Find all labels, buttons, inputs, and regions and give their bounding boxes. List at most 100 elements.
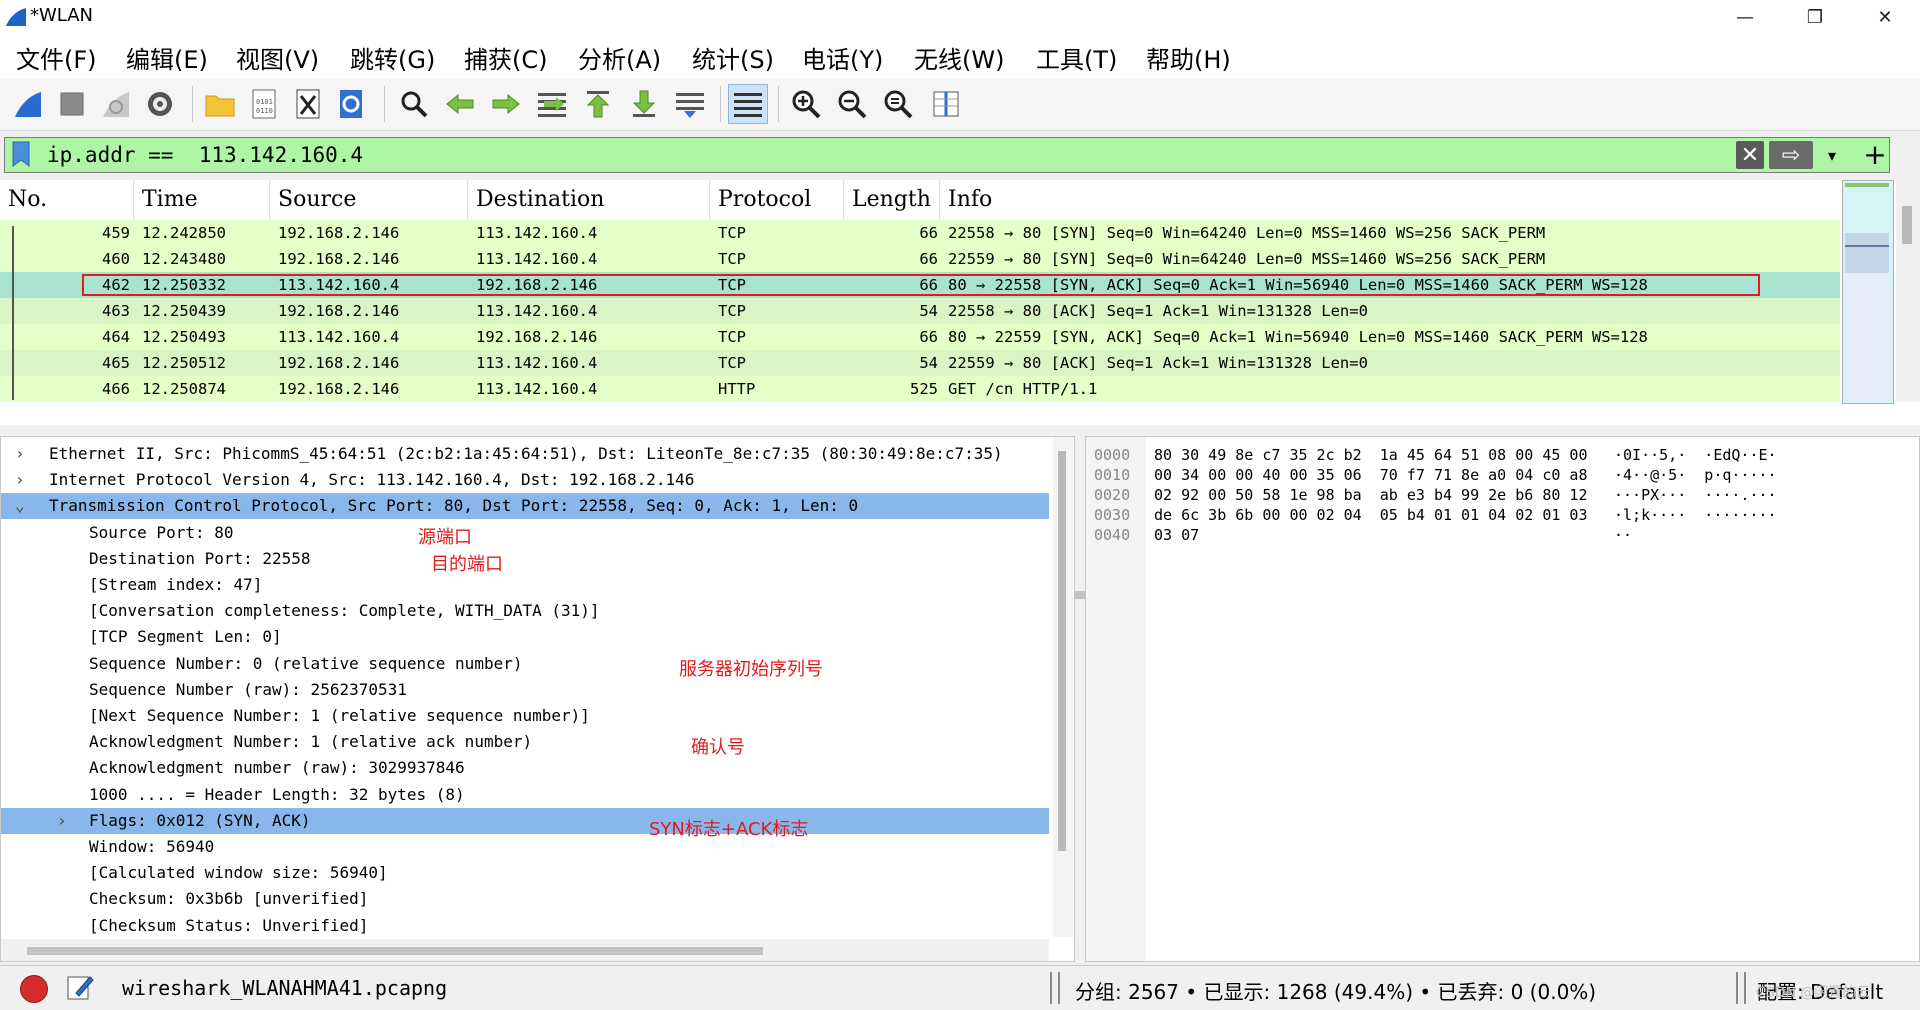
- column-source[interactable]: Source: [270, 180, 468, 220]
- menu-go[interactable]: 跳转(G): [350, 40, 435, 75]
- cell-info: 80 → 22559 [SYN, ACK] Seq=0 Ack=1 Win=56…: [948, 328, 1648, 346]
- packet-rows: 459 12.242850 192.168.2.146 113.142.160.4 TC…: [0, 220, 1840, 402]
- apply-filter-icon[interactable]: ⇨: [1769, 141, 1813, 169]
- menu-help[interactable]: 帮助(H): [1146, 40, 1231, 75]
- last-packet-icon[interactable]: [624, 84, 664, 124]
- resize-columns-icon[interactable]: [926, 84, 966, 124]
- table-row[interactable]: 462 12.250332 113.142.160.4 192.168.2.146 TC…: [0, 272, 1840, 298]
- tree-item[interactable]: Window: 56940: [1, 834, 1049, 860]
- scroll-thumb[interactable]: [1902, 206, 1912, 244]
- scroll-thumb[interactable]: [1058, 451, 1066, 851]
- colorize-icon[interactable]: [728, 84, 768, 124]
- annotation-source-port: 源端口: [418, 527, 472, 548]
- add-filter-button[interactable]: +: [1860, 136, 1890, 172]
- packet-list-vscrollbar[interactable]: [1896, 180, 1920, 402]
- chevron-right-icon[interactable]: ›: [15, 441, 25, 467]
- menu-tools[interactable]: 工具(T): [1036, 40, 1117, 75]
- tree-item[interactable]: Acknowledgment number (raw): 3029937846: [1, 755, 1049, 781]
- menu-wireless[interactable]: 无线(W): [914, 40, 1004, 75]
- go-to-packet-icon[interactable]: [532, 84, 572, 124]
- table-row[interactable]: 466 12.250874 192.168.2.146 113.142.160.4 HT…: [0, 376, 1840, 402]
- chevron-right-icon[interactable]: ›: [57, 808, 67, 834]
- cell-src: 192.168.2.146: [278, 380, 400, 398]
- hex-hex: 03 07: [1154, 526, 1200, 544]
- table-row[interactable]: 463 12.250439 192.168.2.146 113.142.160.4 TC…: [0, 298, 1840, 324]
- tree-item[interactable]: Destination Port: 22558: [1, 546, 1049, 572]
- zoom-reset-icon[interactable]: [878, 84, 918, 124]
- column-info[interactable]: Info: [940, 180, 1840, 220]
- table-row[interactable]: 465 12.250512 192.168.2.146 113.142.160.4 TC…: [0, 350, 1840, 376]
- tree-item[interactable]: › Flags: 0x012 (SYN, ACK): [1, 807, 1049, 834]
- tree-item[interactable]: Source Port: 80: [1, 520, 1049, 546]
- tree-item[interactable]: Sequence Number (raw): 2562370531: [1, 677, 1049, 703]
- table-row[interactable]: 460 12.243480 192.168.2.146 113.142.160.4 TC…: [0, 246, 1840, 272]
- tree-item[interactable]: [Calculated window size: 56940]: [1, 860, 1049, 886]
- bookmark-icon[interactable]: [11, 141, 31, 167]
- display-filter-input[interactable]: [47, 138, 1727, 172]
- autoscroll-icon[interactable]: [670, 84, 710, 124]
- file-icon[interactable]: 0101 0110: [244, 84, 284, 124]
- zoom-in-icon[interactable]: [786, 84, 826, 124]
- tree-item[interactable]: › Internet Protocol Version 4, Src: 113.1…: [1, 467, 1049, 493]
- find-icon[interactable]: [394, 84, 434, 124]
- table-row[interactable]: 459 12.242850 192.168.2.146 113.142.160.4 TC…: [0, 220, 1840, 246]
- open-folder-icon[interactable]: [200, 84, 240, 124]
- cell-info: 22559 → 80 [SYN] Seq=0 Win=64240 Len=0 M…: [948, 250, 1546, 268]
- tree-item[interactable]: › Ethernet II, Src: PhicommS_45:64:51 (2c…: [1, 441, 1049, 467]
- tree-item[interactable]: Acknowledgment Number: 1 (relative ack n…: [1, 729, 1049, 755]
- menu-view[interactable]: 视图(V): [236, 40, 319, 75]
- first-packet-icon[interactable]: [578, 84, 618, 124]
- details-hscrollbar[interactable]: [1, 939, 1049, 961]
- capture-comment-icon[interactable]: [66, 973, 94, 1007]
- chevron-right-icon[interactable]: ›: [15, 467, 25, 493]
- restart-icon[interactable]: [96, 84, 136, 124]
- column-protocol[interactable]: Protocol: [710, 180, 844, 220]
- menu-file[interactable]: 文件(F): [16, 40, 97, 75]
- tree-item[interactable]: [Stream index: 47]: [1, 572, 1049, 598]
- column-no[interactable]: No.: [0, 180, 134, 220]
- capture-options-icon[interactable]: [140, 84, 180, 124]
- cell-len: 66: [919, 250, 938, 268]
- tree-item[interactable]: Sequence Number: 0 (relative sequence nu…: [1, 651, 1049, 677]
- go-back-icon[interactable]: [440, 84, 480, 124]
- cell-time: 12.250439: [142, 302, 226, 320]
- minimize-button[interactable]: —: [1710, 0, 1780, 34]
- chevron-down-icon[interactable]: ▾: [1817, 141, 1847, 169]
- packet-minimap[interactable]: [1842, 180, 1894, 404]
- cell-proto: TCP: [718, 302, 746, 320]
- table-row[interactable]: 464 12.250493 113.142.160.4 192.168.2.146 TC…: [0, 324, 1840, 350]
- zoom-out-icon[interactable]: [832, 84, 872, 124]
- go-forward-icon[interactable]: [486, 84, 526, 124]
- cell-len: 54: [919, 354, 938, 372]
- stop-icon[interactable]: [52, 84, 92, 124]
- column-time[interactable]: Time: [134, 180, 270, 220]
- close-button[interactable]: ✕: [1850, 0, 1920, 34]
- restore-button[interactable]: ❐: [1780, 0, 1850, 34]
- hex-offset: 0010: [1094, 466, 1131, 484]
- svg-text:0101: 0101: [256, 98, 273, 106]
- menu-statistics[interactable]: 统计(S): [692, 40, 774, 75]
- tree-item[interactable]: ⌄ Transmission Control Protocol, Src Port…: [1, 493, 1049, 520]
- reload-icon[interactable]: [332, 84, 372, 124]
- menu-capture[interactable]: 捕获(C): [464, 40, 547, 75]
- menu-edit[interactable]: 编辑(E): [126, 40, 208, 75]
- tree-item[interactable]: [Checksum Status: Unverified]: [1, 913, 1049, 939]
- tree-item[interactable]: [TCP Segment Len: 0]: [1, 624, 1049, 650]
- tree-item[interactable]: [Next Sequence Number: 1 (relative seque…: [1, 703, 1049, 729]
- clear-filter-icon[interactable]: ✕: [1736, 141, 1764, 169]
- menu-analyze[interactable]: 分析(A): [578, 40, 661, 75]
- tree-item[interactable]: Checksum: 0x3b6b [unverified]: [1, 886, 1049, 912]
- close-file-icon[interactable]: [288, 84, 328, 124]
- menu-telephony[interactable]: 电话(Y): [802, 40, 883, 75]
- expert-info-icon[interactable]: [20, 975, 48, 1003]
- column-destination[interactable]: Destination: [468, 180, 710, 220]
- tree-item[interactable]: 1000 .... = Header Length: 32 bytes (8): [1, 782, 1049, 808]
- tree-item[interactable]: [Conversation completeness: Complete, WI…: [1, 598, 1049, 624]
- conversation-bracket: [12, 226, 14, 400]
- details-vscrollbar[interactable]: [1053, 437, 1073, 937]
- scroll-thumb[interactable]: [27, 947, 763, 955]
- column-length[interactable]: Length: [844, 180, 940, 220]
- cell-src: 192.168.2.146: [278, 250, 400, 268]
- chevron-down-icon[interactable]: ⌄: [15, 493, 25, 519]
- shark-start-icon[interactable]: [8, 84, 48, 124]
